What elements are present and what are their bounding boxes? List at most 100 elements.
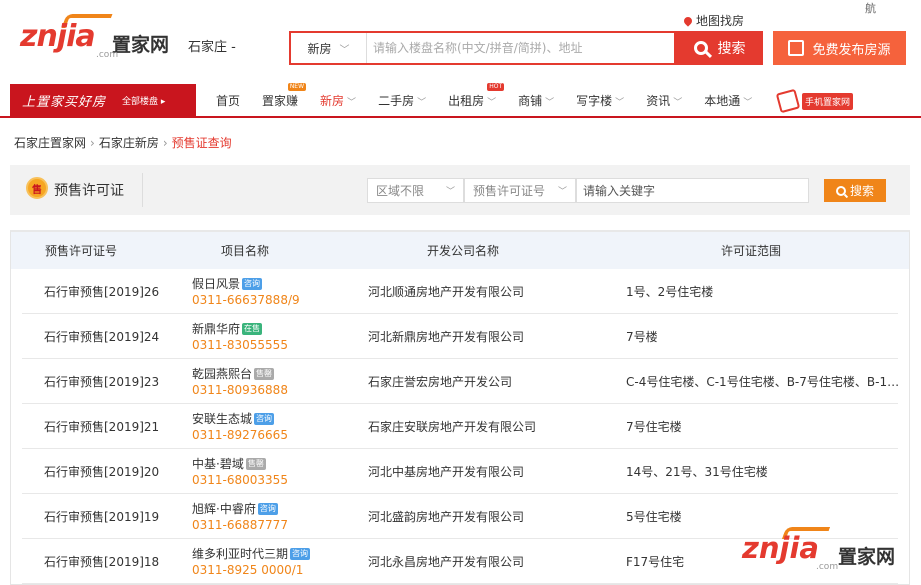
mobile-site-link[interactable]: 手机置家网	[775, 88, 854, 114]
developer-name: 河北中基房地产开发有限公司	[368, 464, 525, 479]
table-row: 石行审预售[2019]26 假日风景 咨询 0311-66637888/9 河北顺通房地…	[22, 269, 898, 314]
chevron-down-icon: ﹀	[339, 44, 350, 56]
project-cell: 假日风景 咨询 0311-66637888/9	[192, 276, 300, 308]
permit-scope: 5号住宅楼	[626, 509, 682, 524]
col-project-header: 项目名称	[221, 244, 270, 258]
project-name[interactable]: 维多利亚时代三期	[192, 547, 288, 561]
logo-latin: znjia	[20, 19, 96, 54]
search-icon	[693, 41, 708, 55]
permit-number: 石行审预售[2019]23	[44, 374, 160, 389]
nav-item-earn[interactable]: 置家赚 NEW	[262, 82, 307, 109]
chevron-down-icon: ﹀	[673, 97, 683, 108]
filter-title: 预售许可证	[54, 183, 124, 199]
project-phone: 0311-8925 0000/1	[192, 563, 304, 577]
search-bar: 新房 ﹀	[289, 31, 676, 65]
chevron-down-icon: ﹀	[615, 97, 625, 108]
col-scope-header: 许可证范围	[721, 244, 782, 258]
project-name[interactable]: 安联生态城	[192, 412, 252, 426]
nav-item-shops[interactable]: 商铺 ﹀	[518, 92, 554, 109]
chevron-down-icon: ﹀	[347, 97, 357, 108]
project-cell: 维多利亚时代三期 咨询 0311-8925 0000/1	[192, 546, 311, 578]
developer-name: 石家庄誉宏房地产开发公司	[368, 374, 513, 389]
new-badge: NEW	[287, 82, 307, 91]
project-phone: 0311-66887777	[192, 518, 288, 532]
breadcrumb-home[interactable]: 石家庄置家网	[14, 136, 86, 150]
status-badge: 售罄	[254, 368, 275, 380]
logo-cn: 置家网	[112, 34, 170, 56]
main-nav: 上置家买好房 全部楼盘 ▸ 首页 置家赚 NEW 新房 ﹀ 二手房 ﹀ 出租房 ﹀ HOT…	[0, 82, 921, 118]
presale-seal-icon: 售	[26, 177, 48, 199]
city-selector[interactable]: 石家庄 -	[188, 36, 236, 55]
project-name[interactable]: 假日风景	[192, 277, 240, 291]
search-input[interactable]	[367, 33, 674, 63]
chevron-down-icon: ﹀	[557, 187, 567, 197]
region-select[interactable]: 区域不限 ﹀	[367, 178, 464, 203]
nav-item-news[interactable]: 资讯 ﹀	[646, 92, 682, 109]
nav-item-resale[interactable]: 二手房 ﹀	[378, 92, 426, 109]
project-name[interactable]: 旭辉·中睿府	[192, 502, 256, 516]
site-logo[interactable]: znjia 置家网 .com	[20, 14, 185, 62]
chevron-down-icon: ﹀	[545, 97, 555, 108]
developer-name: 石家庄安联房地产开发有限公司	[368, 419, 537, 434]
divider	[142, 173, 143, 207]
nav-item-offices[interactable]: 写字楼 ﹀	[576, 92, 624, 109]
top-right-text[interactable]: 航	[865, 0, 876, 16]
permit-number: 石行审预售[2019]18	[44, 554, 160, 569]
nav-item-home[interactable]: 首页	[216, 92, 240, 109]
table-row: 石行审预售[2019]23 乾园燕熙台 售罄 0311-80936888 石家庄誉宏房地…	[22, 359, 902, 404]
developer-name: 河北顺通房地产开发有限公司	[368, 284, 525, 299]
permit-number: 石行审预售[2019]21	[44, 419, 160, 434]
developer-name: 河北永昌房地产开发有限公司	[368, 554, 525, 569]
search-button[interactable]: 搜索	[676, 31, 763, 65]
nav-item-rental[interactable]: 出租房 ﹀ HOT	[448, 82, 505, 109]
project-phone: 0311-89276665	[192, 428, 288, 442]
mobile-label: 手机置家网	[802, 92, 854, 110]
permit-type-select[interactable]: 预售许可证号 ﹀	[464, 178, 576, 203]
location-pin-icon	[682, 15, 694, 27]
map-search-link[interactable]: 地图找房	[682, 12, 744, 29]
permit-scope: 1号、2号住宅楼	[626, 284, 714, 299]
nav-list: 首页 置家赚 NEW 新房 ﹀ 二手房 ﹀ 出租房 ﹀ HOT 商铺 ﹀ 写字楼 ﹀ 资讯 ﹀ …	[216, 82, 752, 116]
filter-search-button[interactable]: 搜索	[824, 179, 886, 202]
search-type-select[interactable]: 新房 ﹀	[291, 33, 367, 63]
breadcrumb-new-homes[interactable]: 石家庄新房	[99, 136, 159, 150]
project-name[interactable]: 乾园燕熙台	[192, 367, 252, 381]
permit-scope: 7号住宅楼	[626, 419, 682, 434]
top-header: znjia 置家网 .com 石家庄 - 航 地图找房 新房 ﹀ 搜索 免费发布房…	[0, 0, 921, 84]
developer-name: 河北盛韵房地产开发有限公司	[368, 509, 525, 524]
project-name[interactable]: 新鼎华府	[192, 322, 240, 336]
project-phone: 0311-83055555	[192, 338, 288, 352]
permit-scope: 14号、21号、31号住宅楼	[626, 464, 768, 479]
project-phone: 0311-66637888/9	[192, 293, 300, 307]
keyword-input[interactable]	[576, 178, 809, 203]
filter-bar: 售 预售许可证 区域不限﹀ 预售许可证号﹀ 搜索	[10, 165, 910, 215]
nav-item-new-homes[interactable]: 新房 ﹀	[320, 92, 356, 109]
project-phone: 0311-68003355	[192, 473, 288, 487]
developer-name: 河北新鼎房地产开发有限公司	[368, 329, 525, 344]
table-row: 石行审预售[2019]20 中基·碧域 售罄 0311-68003355 河北中基房地产…	[22, 449, 898, 494]
watermark-com: .com	[816, 562, 839, 572]
permit-number: 石行审预售[2019]24	[44, 329, 160, 344]
status-badge: 咨询	[290, 548, 311, 560]
project-cell: 乾园燕熙台 售罄 0311-80936888	[192, 366, 288, 398]
publish-label: 免费发布房源	[812, 42, 891, 58]
all-listings-menu[interactable]: 上置家买好房 全部楼盘 ▸	[10, 84, 196, 116]
search-type-label: 新房	[307, 41, 332, 56]
project-cell: 中基·碧域 售罄 0311-68003355	[192, 456, 288, 488]
permit-number: 石行审预售[2019]26	[44, 284, 160, 299]
project-name[interactable]: 中基·碧域	[192, 457, 244, 471]
watermark-latin: znjia	[742, 531, 819, 565]
qr-phone-icon	[775, 88, 801, 114]
breadcrumb: 石家庄置家网 › 石家庄新房 › 预售证查询	[14, 134, 232, 151]
table-row: 石行审预售[2019]24 新鼎华府 在售 0311-83055555 河北新鼎房地产开…	[22, 314, 898, 359]
chevron-down-icon: ﹀	[445, 187, 455, 197]
permit-number: 石行审预售[2019]20	[44, 464, 160, 479]
nav-item-local[interactable]: 本地通 ﹀	[704, 92, 752, 109]
chevron-down-icon: ﹀	[417, 97, 427, 108]
permit-scope: C-4号住宅楼、C-1号住宅楼、B-7号住宅楼、B-1号住宅楼	[626, 374, 902, 389]
search-button-label: 搜索	[717, 41, 746, 57]
status-badge: 在售	[242, 323, 263, 335]
project-cell: 安联生态城 咨询 0311-89276665	[192, 411, 288, 443]
chevron-down-icon: ﹀	[743, 97, 753, 108]
publish-listing-button[interactable]: 免费发布房源	[773, 31, 906, 65]
